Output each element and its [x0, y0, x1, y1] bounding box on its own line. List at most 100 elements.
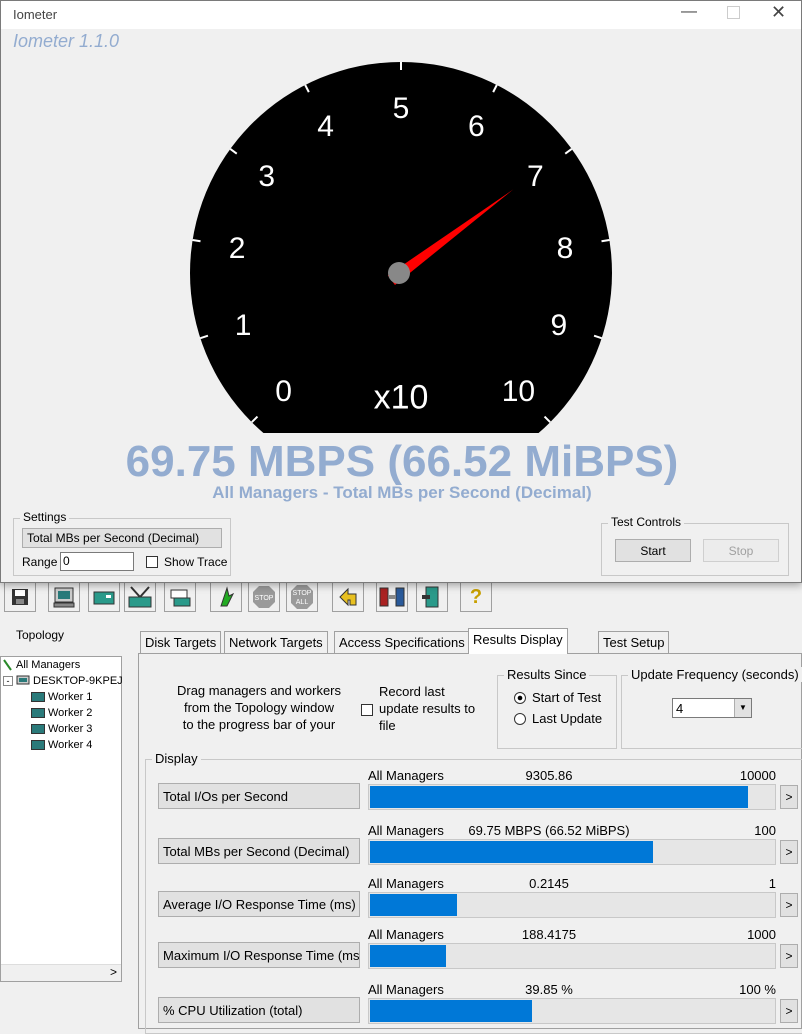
- all-managers-icon: [3, 659, 12, 671]
- result-max: 1000: [747, 927, 776, 942]
- tab-network-targets[interactable]: Network Targets: [224, 631, 328, 653]
- result-value: 39.85 %: [525, 982, 573, 997]
- gauge-tick-label: 6: [468, 110, 485, 144]
- range-input[interactable]: 0: [60, 552, 134, 571]
- stop-icon[interactable]: STOP: [248, 582, 280, 612]
- result-progress-fill: [370, 841, 654, 863]
- radio-start-of-test[interactable]: Start of Test: [514, 690, 601, 705]
- record-results-checkbox[interactable]: [361, 704, 373, 716]
- result-progress-bar[interactable]: [368, 998, 776, 1024]
- reset-workers-icon[interactable]: [332, 582, 364, 612]
- radio-last-update[interactable]: Last Update: [514, 711, 602, 726]
- drag-instructions: Drag managers and workers from the Topol…: [176, 683, 342, 732]
- result-expand-button[interactable]: >: [780, 840, 798, 864]
- result-progress-bar[interactable]: [368, 892, 776, 918]
- tree-item-label: Worker 2: [48, 707, 93, 719]
- result-expand-button[interactable]: >: [780, 999, 798, 1023]
- gauge-tick-label: 8: [556, 232, 574, 266]
- tab-results-display[interactable]: Results Display: [468, 628, 568, 654]
- new-manager-icon[interactable]: [48, 582, 80, 612]
- metric-select-button[interactable]: Total MBs per Second (Decimal): [22, 528, 222, 548]
- tree-item-worker-1[interactable]: Worker 1: [31, 691, 92, 703]
- tree-item-worker-2[interactable]: Worker 2: [31, 707, 92, 719]
- worker-icon: [31, 692, 45, 702]
- topology-tree[interactable]: All Managers - DESKTOP-9KPEJ Worker 1 Wo…: [0, 656, 123, 982]
- test-controls-group: Test Controls Start Stop: [601, 515, 789, 576]
- gauge-tick-label: 7: [526, 160, 544, 194]
- start-button[interactable]: Start: [615, 539, 691, 562]
- result-max: 100 %: [739, 982, 776, 997]
- disk-worker-icon[interactable]: [124, 582, 156, 612]
- tab-access-specifications[interactable]: Access Specifications: [334, 631, 470, 653]
- update-frequency-group: Update Frequency (seconds) 4 ▼: [621, 667, 802, 749]
- topology-title: Topology: [16, 628, 65, 642]
- start-test-icon[interactable]: [210, 582, 242, 612]
- readout-value: 69.75 MBPS (66.52 MiBPS): [125, 437, 679, 486]
- disconnect-icon[interactable]: [376, 582, 408, 612]
- gauge-tick-label: 5: [392, 92, 410, 125]
- stop-button[interactable]: Stop: [703, 539, 779, 562]
- tree-item-label: Worker 1: [48, 691, 93, 703]
- tree-item-worker-4[interactable]: Worker 4: [31, 739, 92, 751]
- result-progress-fill: [370, 894, 458, 916]
- result-metric-button[interactable]: % CPU Utilization (total): [158, 997, 360, 1023]
- radio-label: Last Update: [532, 711, 603, 726]
- result-progress-bar[interactable]: [368, 784, 776, 810]
- gauge-hub: [388, 262, 410, 284]
- show-trace-checkbox[interactable]: [146, 556, 158, 568]
- tree-item-manager[interactable]: - DESKTOP-9KPEJ: [3, 675, 123, 687]
- save-icon[interactable]: [4, 582, 36, 612]
- update-frequency-label: Update Frequency (seconds): [628, 667, 802, 682]
- help-icon[interactable]: ?: [460, 582, 492, 612]
- gauge-tick-label: 0: [275, 375, 292, 409]
- tree-horizontal-scrollbar[interactable]: >: [1, 964, 121, 981]
- radio-selected-icon[interactable]: [514, 691, 526, 704]
- radio-unselected-icon[interactable]: [514, 712, 526, 725]
- stop-all-icon[interactable]: STOP ALL: [286, 582, 318, 612]
- readout-subtitle: All Managers - Total MBs per Second (Dec…: [212, 483, 592, 502]
- test-controls-label: Test Controls: [608, 515, 685, 529]
- result-expand-button[interactable]: >: [780, 944, 798, 968]
- range-value: 0: [63, 554, 70, 568]
- result-metric-button[interactable]: Total MBs per Second (Decimal): [158, 838, 360, 864]
- result-metric-button[interactable]: Maximum I/O Response Time (ms: [158, 942, 360, 968]
- result-progress-fill: [370, 1000, 532, 1022]
- tree-item-worker-3[interactable]: Worker 3: [31, 723, 92, 735]
- show-trace-label: Show Trace: [164, 555, 228, 569]
- tab-disk-targets[interactable]: Disk Targets: [140, 631, 222, 653]
- results-since-label: Results Since: [504, 667, 590, 682]
- meter-window: Iometer — ✕ Iometer 1.1.0 0 1 2 3 4 5 6 7 8 9 10 x…: [0, 0, 802, 583]
- dropdown-arrow-icon[interactable]: ▼: [734, 699, 751, 717]
- new-worker-icon[interactable]: [88, 582, 120, 612]
- result-expand-button[interactable]: >: [780, 785, 798, 809]
- tree-item-label: All Managers: [16, 659, 81, 671]
- result-max: 100: [754, 823, 776, 838]
- update-frequency-select[interactable]: 4 ▼: [672, 698, 752, 718]
- result-metric-button[interactable]: Average I/O Response Time (ms): [158, 891, 360, 917]
- tree-item-label: Worker 3: [48, 723, 93, 735]
- range-label: Range: [22, 555, 58, 569]
- result-progress-bar[interactable]: [368, 943, 776, 969]
- result-value: 0.2145: [529, 876, 569, 891]
- computer-icon: [16, 675, 30, 685]
- svg-text:STOP: STOP: [255, 595, 274, 602]
- display-label: Display: [152, 751, 201, 766]
- tree-item-label: DESKTOP-9KPEJ: [33, 675, 123, 687]
- scroll-right-arrow-icon[interactable]: >: [110, 965, 117, 979]
- result-metric-button[interactable]: Total I/Os per Second: [158, 783, 360, 809]
- worker-icon: [31, 724, 45, 734]
- gauge-tick-label: 4: [317, 110, 334, 144]
- collapse-icon[interactable]: -: [3, 676, 13, 686]
- result-max: 10000: [739, 768, 776, 783]
- result-value: 69.75 MBPS (66.52 MiBPS): [468, 823, 630, 838]
- svg-text:STOP: STOP: [293, 590, 312, 597]
- gauge-tick-label: 10: [501, 375, 536, 409]
- network-worker-icon[interactable]: [164, 582, 196, 612]
- tab-test-setup[interactable]: Test Setup: [598, 631, 670, 653]
- update-frequency-value: 4: [676, 701, 684, 716]
- gauge-tick: [192, 239, 201, 243]
- tree-item-all-managers[interactable]: All Managers: [3, 659, 80, 671]
- exit-icon[interactable]: [416, 582, 448, 612]
- result-expand-button[interactable]: >: [780, 893, 798, 917]
- result-progress-bar[interactable]: [368, 839, 776, 865]
